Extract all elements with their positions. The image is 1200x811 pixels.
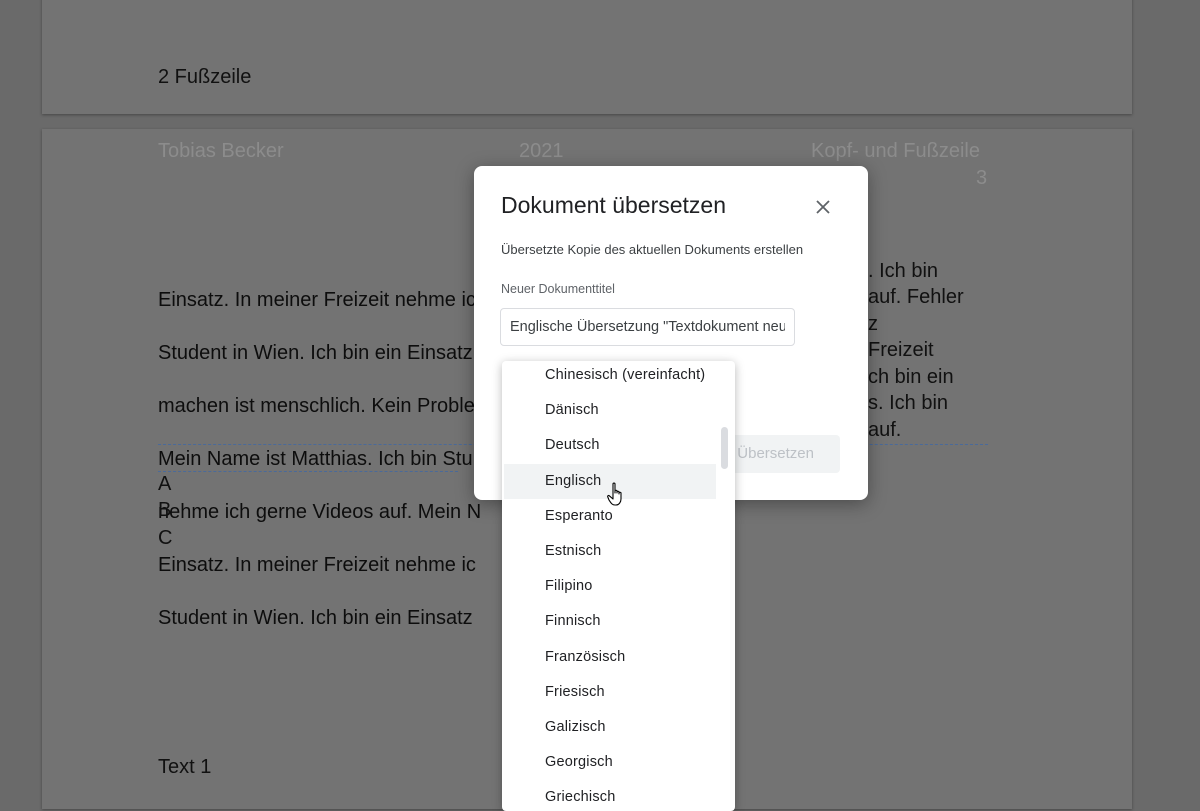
language-option[interactable]: Chinesisch (vereinfacht) <box>504 361 716 393</box>
header-author: Tobias Becker <box>158 140 284 162</box>
paragraph-fragment: Freizeit <box>868 339 934 361</box>
language-option[interactable]: Galizisch <box>504 710 716 745</box>
bottom-text: Text 1 <box>158 756 212 778</box>
title-field-label: Neuer Dokumenttitel <box>501 282 615 296</box>
language-option[interactable]: Estnisch <box>504 534 716 569</box>
document-page: 2 Fußzeile <box>42 0 1132 114</box>
paragraph-fragment: . Ich bin <box>868 260 939 282</box>
dropdown-scrollbar[interactable] <box>721 427 728 469</box>
header-title: Kopf- und Fußzeile <box>811 140 980 162</box>
dialog-title: Dokument übersetzen <box>501 192 727 218</box>
language-option[interactable]: Finnisch <box>504 604 716 639</box>
header-year: 2021 <box>519 140 564 162</box>
paragraph-fragment: ch bin ein <box>868 366 954 388</box>
language-option[interactable]: Dänisch <box>504 393 716 428</box>
footer-text: 2 Fußzeile <box>158 66 252 88</box>
language-option[interactable]: Griechisch <box>504 780 716 811</box>
dialog-subtitle: Übersetzte Kopie des aktuellen Dokuments… <box>501 242 804 257</box>
paragraph-fragment: auf. <box>868 419 902 441</box>
close-icon <box>816 200 830 214</box>
language-option[interactable]: Friesisch <box>504 675 716 710</box>
language-option[interactable]: Filipino <box>504 569 716 604</box>
document-title-input[interactable] <box>500 308 795 346</box>
language-option[interactable]: Französisch <box>504 640 716 675</box>
hand-pointer-icon <box>607 482 622 506</box>
paragraph-fragment: s. Ich bin <box>868 392 949 414</box>
paragraph-fragment: auf. Fehler <box>868 286 964 308</box>
list-item: C <box>158 527 173 549</box>
language-option[interactable]: Deutsch <box>504 428 716 463</box>
list-item: A <box>158 473 172 495</box>
paragraph-fragment: z <box>868 313 878 335</box>
header-page-number: 3 <box>976 167 988 189</box>
section-divider <box>158 471 458 472</box>
list-item: B <box>158 499 172 521</box>
close-button[interactable] <box>809 193 837 221</box>
language-dropdown[interactable]: Chinesisch (vereinfacht) Dänisch Deutsch… <box>502 361 735 811</box>
language-option[interactable]: Georgisch <box>504 745 716 780</box>
